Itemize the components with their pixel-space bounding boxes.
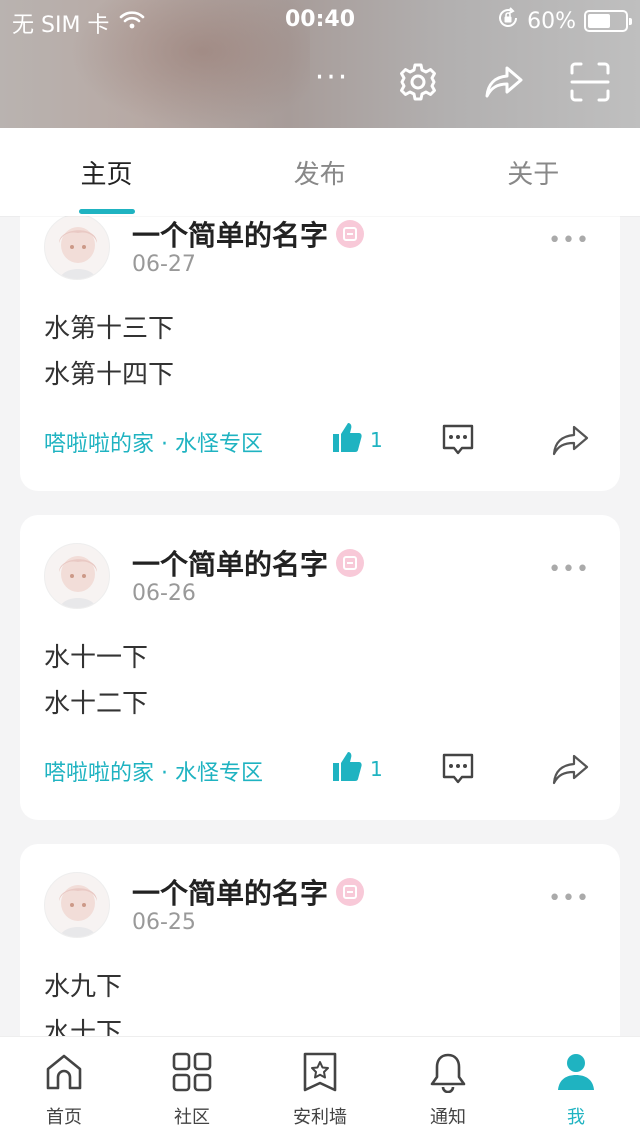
active-tab-indicator: [78, 209, 135, 214]
battery-icon: [584, 10, 632, 32]
more-dots-icon: ···: [314, 60, 350, 95]
tab-label: 关于: [507, 159, 560, 190]
tab-label: 发布: [293, 159, 346, 190]
thumbs-up-icon: [330, 749, 364, 788]
status-right: 60%: [497, 7, 632, 35]
author-row: 一个简单的名字: [132, 543, 365, 583]
post-more-button[interactable]: •••: [548, 886, 590, 911]
share-button[interactable]: [550, 753, 590, 789]
home-icon: [43, 1051, 85, 1097]
status-bar: 无 SIM 卡 00:40 60%: [0, 0, 640, 40]
thumbs-up-icon: [330, 420, 364, 459]
post-feed[interactable]: 一个简单的名字 06-27 ••• 水第十三下 水第十四下 嗒啦啦的家 · 水怪…: [0, 216, 640, 1036]
scan-button[interactable]: [566, 60, 614, 108]
share-arrow-icon: [550, 425, 590, 460]
author-name[interactable]: 一个简单的名字: [132, 872, 328, 912]
profile-screen: 无 SIM 卡 00:40 60% ··· 主页 发布 关于 一个简单的名字 0…: [0, 0, 640, 1136]
gear-icon: [398, 62, 438, 106]
header-actions: ···: [308, 60, 614, 108]
topic-link[interactable]: 嗒啦啦的家 · 水怪专区: [44, 426, 263, 458]
nav-label: 首页: [46, 1107, 82, 1128]
rotation-lock-icon: [497, 7, 519, 35]
post-date: 06-27: [132, 252, 196, 277]
level-badge-icon: [336, 878, 365, 906]
profile-header: 无 SIM 卡 00:40 60% ···: [0, 0, 640, 128]
comment-button[interactable]: [440, 422, 476, 460]
battery-fill: [588, 14, 610, 28]
post-text-line: 水十二下: [44, 689, 149, 719]
post-more-button[interactable]: •••: [548, 557, 590, 582]
author-name[interactable]: 一个简单的名字: [132, 216, 328, 254]
level-badge-icon: [336, 549, 365, 577]
tab-label: 主页: [80, 159, 133, 190]
topic-link[interactable]: 嗒啦啦的家 · 水怪专区: [44, 755, 263, 787]
grid-icon: [171, 1051, 213, 1097]
comment-icon: [440, 424, 476, 460]
post-text-line: 水十一下: [44, 643, 149, 673]
share-button[interactable]: [550, 424, 590, 460]
bookmark-star-icon: [299, 1051, 341, 1097]
nav-recommend-wall[interactable]: 安利墙: [256, 1037, 384, 1136]
comment-button[interactable]: [440, 751, 476, 789]
level-badge-icon: [336, 220, 365, 248]
bell-icon: [427, 1051, 469, 1097]
settings-button[interactable]: [394, 60, 442, 108]
comment-icon: [440, 753, 476, 789]
avatar[interactable]: [44, 543, 110, 609]
post-text-line: 水第十四下: [44, 360, 175, 390]
tab-publish[interactable]: 发布: [213, 128, 427, 216]
post-date: 06-26: [132, 581, 196, 606]
post-card[interactable]: 一个简单的名字 06-27 ••• 水第十三下 水第十四下 嗒啦啦的家 · 水怪…: [20, 216, 620, 491]
like-button[interactable]: 1: [330, 420, 383, 459]
post-date: 06-25: [132, 910, 196, 935]
battery-percent: 60%: [527, 8, 576, 34]
share-arrow-icon: [550, 754, 590, 789]
like-button[interactable]: 1: [330, 749, 383, 788]
post-card[interactable]: 一个简单的名字 06-25 ••• 水九下 水十下: [20, 844, 620, 1036]
tab-about[interactable]: 关于: [427, 128, 640, 216]
share-arrow-icon: [483, 62, 525, 106]
nav-home[interactable]: 首页: [0, 1037, 128, 1136]
nav-notifications[interactable]: 通知: [384, 1037, 512, 1136]
avatar[interactable]: [44, 216, 110, 280]
author-name[interactable]: 一个简单的名字: [132, 543, 328, 583]
nav-label: 通知: [430, 1107, 466, 1128]
person-icon: [555, 1051, 597, 1097]
bottom-nav: 首页 社区 安利墙 通知 我: [0, 1036, 640, 1136]
author-row: 一个简单的名字: [132, 872, 365, 912]
post-text-line: 水九下: [44, 972, 123, 1002]
post-more-button[interactable]: •••: [548, 228, 590, 253]
nav-community[interactable]: 社区: [128, 1037, 256, 1136]
nav-me[interactable]: 我: [512, 1037, 640, 1136]
more-button[interactable]: ···: [308, 60, 356, 108]
share-profile-button[interactable]: [480, 60, 528, 108]
profile-tabs: 主页 发布 关于: [0, 128, 640, 216]
post-text-line: 水十下: [44, 1018, 123, 1036]
nav-label: 我: [567, 1107, 585, 1128]
like-count: 1: [370, 756, 383, 781]
post-card[interactable]: 一个简单的名字 06-26 ••• 水十一下 水十二下 嗒啦啦的家 · 水怪专区…: [20, 515, 620, 820]
nav-label: 社区: [174, 1107, 210, 1128]
author-row: 一个简单的名字: [132, 216, 365, 254]
post-text-line: 水第十三下: [44, 314, 175, 344]
nav-label: 安利墙: [293, 1107, 347, 1128]
avatar[interactable]: [44, 872, 110, 938]
like-count: 1: [370, 427, 383, 452]
scan-icon: [569, 61, 611, 107]
tab-home[interactable]: 主页: [0, 128, 213, 216]
